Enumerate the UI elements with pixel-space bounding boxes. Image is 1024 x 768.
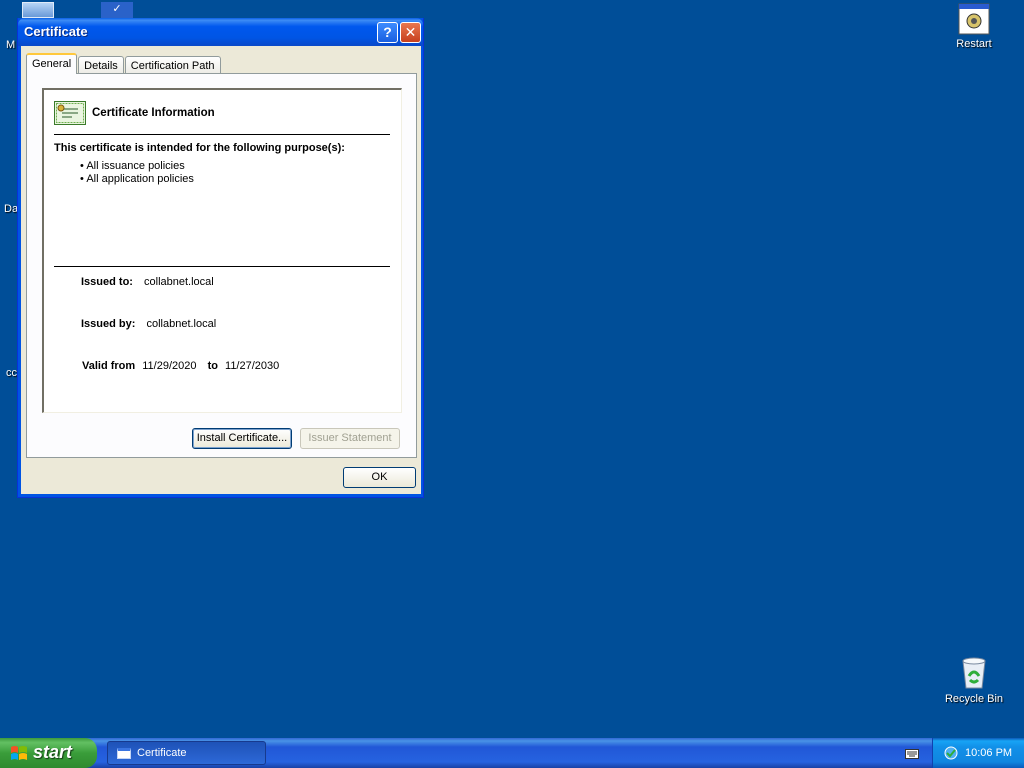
valid-from-label: Valid from — [82, 360, 136, 372]
divider-middle — [54, 266, 390, 267]
restart-icon — [958, 3, 990, 35]
help-button[interactable]: ? — [377, 22, 398, 43]
system-tray: 10:06 PM — [932, 738, 1024, 768]
desktop-partial-label-2[interactable]: Da — [4, 203, 18, 215]
list-item: All application policies — [80, 173, 194, 186]
desktop-icon-partial-top[interactable] — [22, 2, 54, 18]
divider-top — [54, 134, 390, 135]
issued-by-label: Issued by: — [81, 318, 136, 330]
install-certificate-button[interactable]: Install Certificate... — [192, 428, 292, 449]
desktop-icon-restart[interactable]: Restart — [946, 3, 1002, 50]
issued-to-label: Issued to: — [81, 276, 133, 288]
taskbar-item-label: Certificate — [137, 747, 187, 759]
ok-button[interactable]: OK — [343, 467, 416, 488]
tab-strip: General Details Certification Path — [26, 52, 222, 74]
certificate-icon — [54, 101, 86, 125]
window-icon — [117, 748, 131, 759]
start-button[interactable]: start — [0, 738, 97, 768]
desktop-icon-partial-top-2[interactable]: ✓ — [101, 2, 133, 18]
close-button[interactable]: ✕ — [400, 22, 421, 43]
network-icon[interactable] — [943, 746, 959, 760]
title-bar[interactable]: Certificate ? ✕ — [18, 18, 423, 46]
certificate-window: Certificate ? ✕ General Details Certific… — [17, 18, 424, 498]
valid-from-value: 11/29/2020 — [142, 360, 197, 372]
valid-to-label: to — [207, 360, 218, 372]
restart-label: Restart — [956, 38, 992, 50]
valid-to-value: 11/27/2030 — [225, 360, 280, 372]
taskbar: start Certificate 10:06 PM — [0, 738, 1024, 768]
close-icon: ✕ — [404, 24, 417, 40]
validity-row: Valid from 11/29/2020 to 11/27/2030 — [82, 360, 279, 372]
issued-by-value: collabnet.local — [146, 318, 217, 330]
desktop-partial-label-3[interactable]: cc — [6, 367, 17, 379]
issued-to-row: Issued to: collabnet.local — [81, 276, 214, 288]
certificate-info-title: Certificate Information — [92, 107, 215, 119]
desktop-partial-label-1[interactable]: M — [6, 39, 15, 51]
clock[interactable]: 10:06 PM — [965, 747, 1012, 759]
recycle-bin-icon — [962, 657, 986, 689]
start-label: start — [33, 742, 73, 762]
question-mark-icon: ? — [383, 24, 392, 40]
tab-details[interactable]: Details — [78, 56, 124, 74]
issued-to-value: collabnet.local — [144, 276, 214, 288]
desktop-icon-recycle-bin[interactable]: Recycle Bin — [940, 656, 1008, 705]
list-item: All issuance policies — [80, 160, 194, 173]
keyboard-icon[interactable] — [905, 747, 919, 759]
recycle-bin-label: Recycle Bin — [944, 693, 1004, 705]
issued-by-row: Issued by: collabnet.local — [81, 318, 216, 330]
issuer-statement-button[interactable]: Issuer Statement — [300, 428, 400, 449]
purpose-list: All issuance policies All application po… — [80, 160, 194, 186]
tab-certification-path[interactable]: Certification Path — [124, 56, 221, 74]
certificate-info-box: Certificate Information This certificate… — [42, 88, 402, 413]
certificate-info-header: Certificate Information — [54, 100, 215, 126]
window-client-area: General Details Certification Path Certi… — [22, 46, 421, 494]
general-tab-panel: Certificate Information This certificate… — [26, 73, 417, 458]
tab-general[interactable]: General — [26, 53, 78, 74]
purpose-heading: This certificate is intended for the fol… — [54, 142, 345, 154]
windows-logo-icon — [11, 746, 27, 760]
window-title: Certificate — [24, 24, 88, 39]
taskbar-item-certificate[interactable]: Certificate — [107, 741, 266, 765]
